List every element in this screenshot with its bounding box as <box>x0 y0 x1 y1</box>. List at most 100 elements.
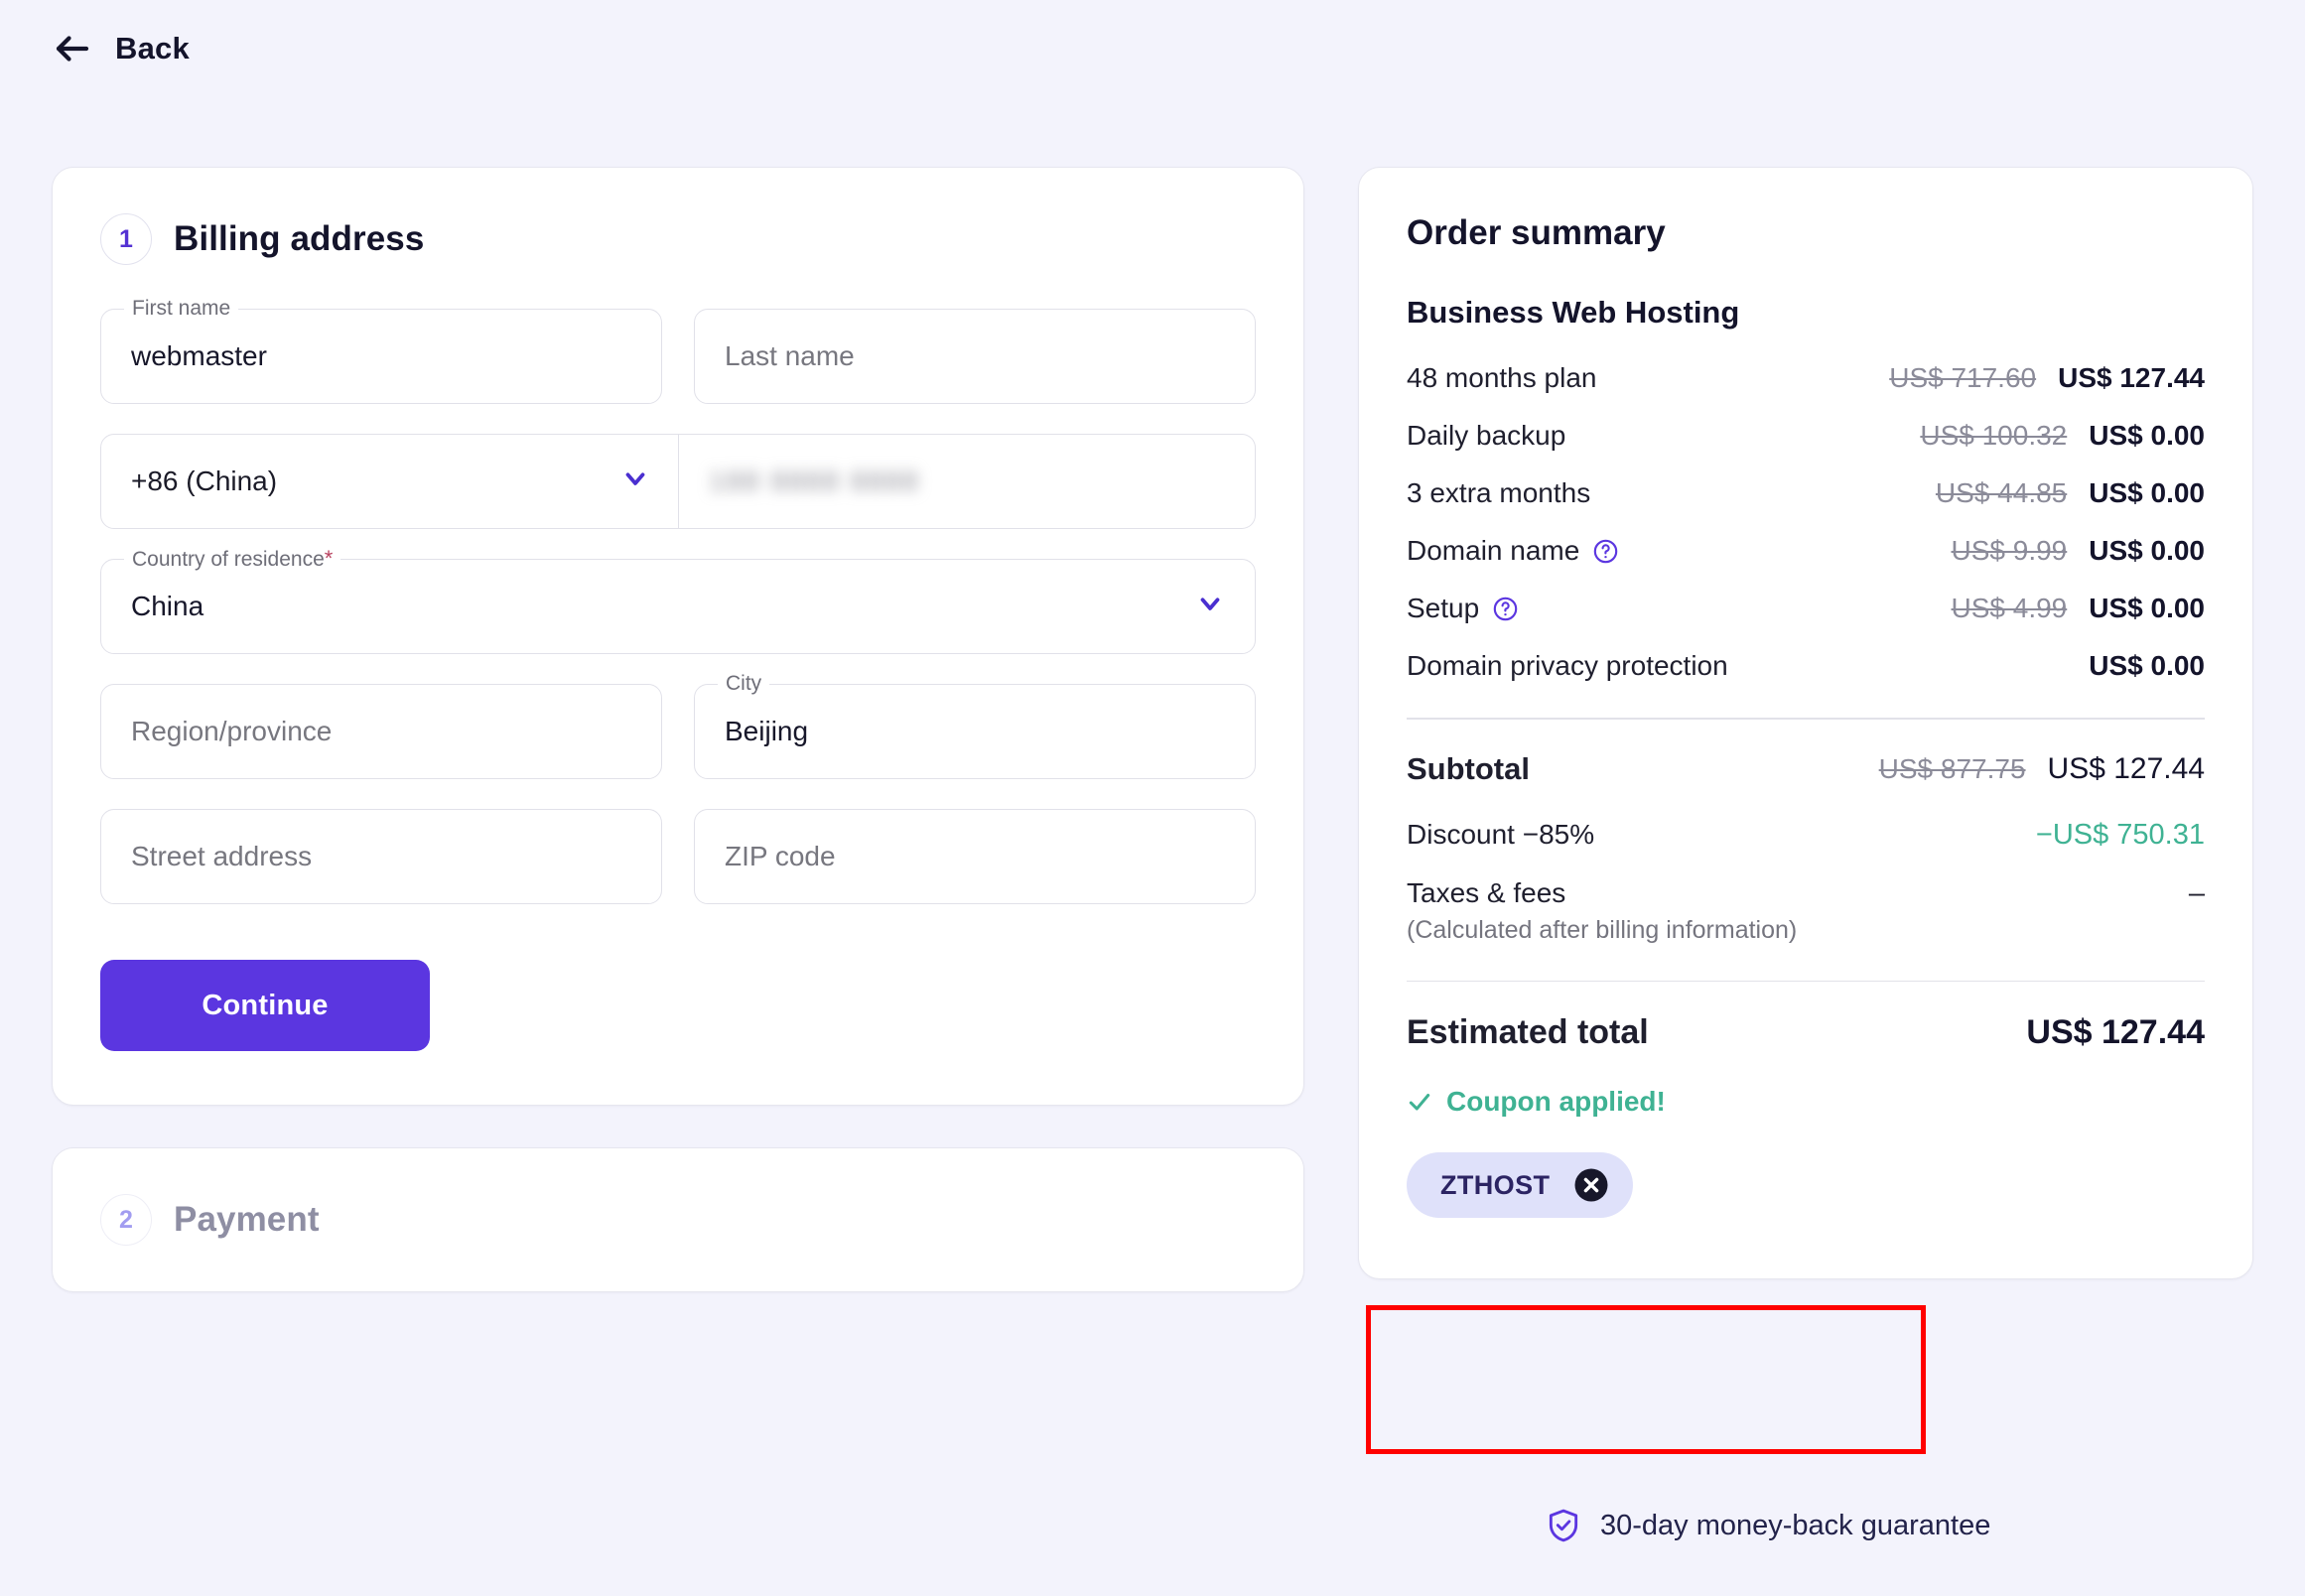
subtotal-new-price: US$ 127.44 <box>2048 752 2205 786</box>
line-item-amounts: US$ 0.00 <box>2089 650 2205 682</box>
step-1-badge: 1 <box>100 213 152 265</box>
payment-card[interactable]: 2 Payment <box>52 1147 1304 1292</box>
line-item-label: Domain name <box>1407 535 1579 567</box>
close-circle-icon[interactable] <box>1573 1167 1609 1203</box>
phone-number-input[interactable]: 188 8888 8888 <box>679 434 1256 529</box>
subtotal-label: Subtotal <box>1407 751 1530 787</box>
line-item-label: Daily backup <box>1407 420 1565 452</box>
total-divider <box>1407 981 2205 983</box>
phone-country-code-value: +86 (China) <box>131 466 277 497</box>
subtotal-amounts: US$ 877.75 US$ 127.44 <box>1879 752 2205 786</box>
street-field: Street address <box>100 809 662 904</box>
continue-button[interactable]: Continue <box>100 960 430 1051</box>
chevron-down-icon <box>1195 589 1225 625</box>
help-icon[interactable] <box>1592 538 1619 565</box>
country-row: Country of residence* China <box>100 559 1256 654</box>
check-icon <box>1407 1089 1432 1115</box>
street-input[interactable]: Street address <box>100 809 662 904</box>
annotation-rectangle <box>1366 1305 1926 1454</box>
line-item-label-group: Domain name <box>1407 535 1619 567</box>
country-label: Country of residence* <box>124 546 340 573</box>
summary-line-item: Domain privacy protection US$ 0.00 <box>1407 650 2205 682</box>
summary-divider <box>1407 718 2205 720</box>
line-item-old-price: US$ 4.99 <box>1952 593 2068 624</box>
billing-step-title: Billing address <box>174 219 424 259</box>
plan-name: Business Web Hosting <box>1407 295 2205 331</box>
country-value: China <box>131 591 203 622</box>
first-name-label: First name <box>124 296 238 322</box>
money-back-guarantee: 30-day money-back guarantee <box>1545 1507 1990 1544</box>
last-name-placeholder: Last name <box>725 340 855 372</box>
line-item-label: Domain privacy protection <box>1407 650 1728 682</box>
zip-field: ZIP code <box>694 809 1256 904</box>
guarantee-label: 30-day money-back guarantee <box>1600 1510 1990 1542</box>
summary-line-item: Domain name US$ 9.99 US$ 0.00 <box>1407 535 2205 567</box>
subtotal-old-price: US$ 877.75 <box>1879 753 2026 785</box>
taxes-amount: – <box>2189 877 2205 910</box>
discount-label: Discount −85% <box>1407 819 1594 851</box>
back-button[interactable]: Back <box>52 28 190 69</box>
line-item-label: Setup <box>1407 593 1479 624</box>
line-item-new-price: US$ 127.44 <box>2058 362 2205 394</box>
coupon-chip-area: ZTHOST <box>1407 1139 2205 1231</box>
region-placeholder: Region/province <box>131 716 332 747</box>
back-label: Back <box>115 31 190 66</box>
name-row: First name webmaster Last name <box>100 309 1256 404</box>
chevron-down-icon <box>620 464 650 500</box>
line-item-new-price: US$ 0.00 <box>2089 477 2205 509</box>
city-value: Beijing <box>725 716 808 747</box>
phone-number-value-redacted: 188 8888 8888 <box>709 466 920 497</box>
line-item-new-price: US$ 0.00 <box>2089 650 2205 682</box>
taxes-label: Taxes & fees <box>1407 877 1565 909</box>
line-item-old-price: US$ 9.99 <box>1952 535 2068 567</box>
first-name-value: webmaster <box>131 340 267 372</box>
line-item-amounts: US$ 44.85 US$ 0.00 <box>1936 477 2205 509</box>
street-zip-row: Street address ZIP code <box>100 809 1256 904</box>
city-input[interactable]: Beijing <box>694 684 1256 779</box>
line-item-amounts: US$ 9.99 US$ 0.00 <box>1952 535 2206 567</box>
arrow-left-icon <box>52 28 93 69</box>
line-item-label: 48 months plan <box>1407 362 1596 394</box>
region-input[interactable]: Region/province <box>100 684 662 779</box>
zip-input[interactable]: ZIP code <box>694 809 1256 904</box>
city-field: City Beijing <box>694 684 1256 779</box>
billing-step-header: 1 Billing address <box>100 213 1256 265</box>
left-column: 1 Billing address First name webmaster L… <box>52 167 1304 1292</box>
zip-placeholder: ZIP code <box>725 841 836 872</box>
last-name-input[interactable]: Last name <box>694 309 1256 404</box>
line-item-label-group: Setup <box>1407 593 1519 624</box>
city-label: City <box>718 671 769 697</box>
first-name-field: First name webmaster <box>100 309 662 404</box>
discount-row: Discount −85% −US$ 750.31 <box>1407 819 2205 852</box>
last-name-field: Last name <box>694 309 1256 404</box>
payment-step-title: Payment <box>174 1200 320 1240</box>
first-name-input[interactable]: webmaster <box>100 309 662 404</box>
summary-line-item: Daily backup US$ 100.32 US$ 0.00 <box>1407 420 2205 452</box>
estimated-total-amount: US$ 127.44 <box>2026 1013 2205 1052</box>
summary-line-item: 48 months plan US$ 717.60 US$ 127.44 <box>1407 362 2205 394</box>
checkout-layout: 1 Billing address First name webmaster L… <box>52 167 2253 1292</box>
help-icon[interactable] <box>1492 596 1519 622</box>
line-item-old-price: US$ 717.60 <box>1889 362 2036 394</box>
step-2-badge: 2 <box>100 1194 152 1246</box>
order-summary-card: Order summary Business Web Hosting 48 mo… <box>1358 167 2253 1279</box>
subtotal-row: Subtotal US$ 877.75 US$ 127.44 <box>1407 751 2205 787</box>
estimated-total-label: Estimated total <box>1407 1013 1649 1052</box>
line-item-label: 3 extra months <box>1407 477 1590 509</box>
line-item-amounts: US$ 4.99 US$ 0.00 <box>1952 593 2206 624</box>
line-item-amounts: US$ 717.60 US$ 127.44 <box>1889 362 2205 394</box>
street-placeholder: Street address <box>131 841 312 872</box>
phone-row: +86 (China) 188 8888 8888 <box>100 434 1256 529</box>
billing-address-card: 1 Billing address First name webmaster L… <box>52 167 1304 1106</box>
region-field: Region/province <box>100 684 662 779</box>
taxes-row: Taxes & fees – <box>1407 877 2205 910</box>
country-select[interactable]: China <box>100 559 1256 654</box>
summary-line-item: 3 extra months US$ 44.85 US$ 0.00 <box>1407 477 2205 509</box>
coupon-chip[interactable]: ZTHOST <box>1407 1152 1633 1218</box>
line-item-new-price: US$ 0.00 <box>2089 535 2205 567</box>
shield-check-icon <box>1545 1507 1582 1544</box>
country-field: Country of residence* China <box>100 559 1256 654</box>
phone-country-code-select[interactable]: +86 (China) <box>100 434 679 529</box>
line-item-old-price: US$ 100.32 <box>1920 420 2067 452</box>
line-item-old-price: US$ 44.85 <box>1936 477 2067 509</box>
